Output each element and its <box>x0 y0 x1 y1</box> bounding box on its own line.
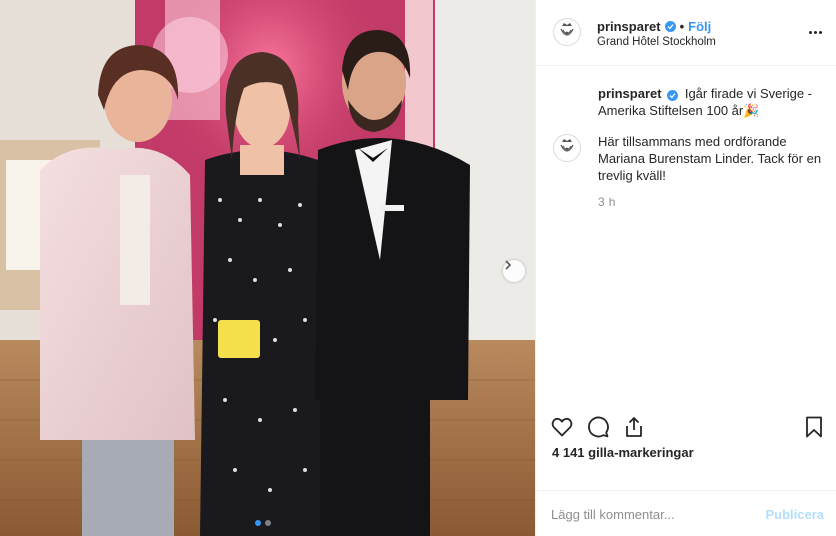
post-timestamp[interactable]: 3 h <box>598 195 616 209</box>
location-link[interactable]: Grand Hôtel Stockholm <box>597 36 716 48</box>
avatar[interactable] <box>553 18 581 46</box>
action-bar <box>536 412 836 442</box>
more-dot-icon <box>813 30 817 34</box>
post-side-panel: prinsparet • Följ Grand Hôtel Stockholm … <box>535 0 836 536</box>
more-dot-icon <box>808 30 812 34</box>
carousel-next-button[interactable] <box>503 260 525 282</box>
likes-count[interactable]: 4 141 gilla-markeringar <box>552 445 694 460</box>
comment-button[interactable] <box>586 415 610 439</box>
carousel-dot-2[interactable] <box>265 520 271 526</box>
more-options-button[interactable] <box>805 22 825 42</box>
post-header: prinsparet • Följ Grand Hôtel Stockholm <box>536 0 836 66</box>
header-separator: • <box>679 19 685 34</box>
more-dot-icon <box>818 30 822 34</box>
avatar[interactable] <box>553 134 581 162</box>
verified-badge-icon <box>664 21 676 32</box>
chevron-right-icon <box>505 260 512 270</box>
follow-button[interactable]: Följ <box>688 19 711 34</box>
comment-text: Här tillsammans med ordförande Mariana B… <box>598 134 822 183</box>
comments-area: prinsparet Igår firade vi Sverige - Amer… <box>536 66 836 406</box>
caption: prinsparet Igår firade vi Sverige - Amer… <box>598 85 826 119</box>
comment-input[interactable] <box>551 504 751 524</box>
like-button[interactable] <box>550 415 574 439</box>
save-button[interactable] <box>802 415 826 439</box>
royal-monogram-icon <box>560 23 574 36</box>
add-comment-bar: Publicera <box>536 490 836 536</box>
publish-button[interactable]: Publicera <box>765 507 824 522</box>
comment-icon <box>588 416 609 438</box>
caption-username[interactable]: prinsparet <box>598 86 662 101</box>
post-photo[interactable] <box>0 0 535 536</box>
verified-badge-icon <box>667 90 679 101</box>
share-icon <box>626 417 642 437</box>
carousel-dots <box>255 520 271 526</box>
share-button[interactable] <box>622 415 646 439</box>
bookmark-icon <box>806 416 822 438</box>
photo-illustration <box>0 0 535 536</box>
header-username[interactable]: prinsparet <box>597 19 661 34</box>
royal-monogram-icon <box>560 139 574 152</box>
heart-icon <box>551 417 573 437</box>
header-username-row: prinsparet • Följ <box>597 19 711 34</box>
carousel-dot-1[interactable] <box>255 520 261 526</box>
